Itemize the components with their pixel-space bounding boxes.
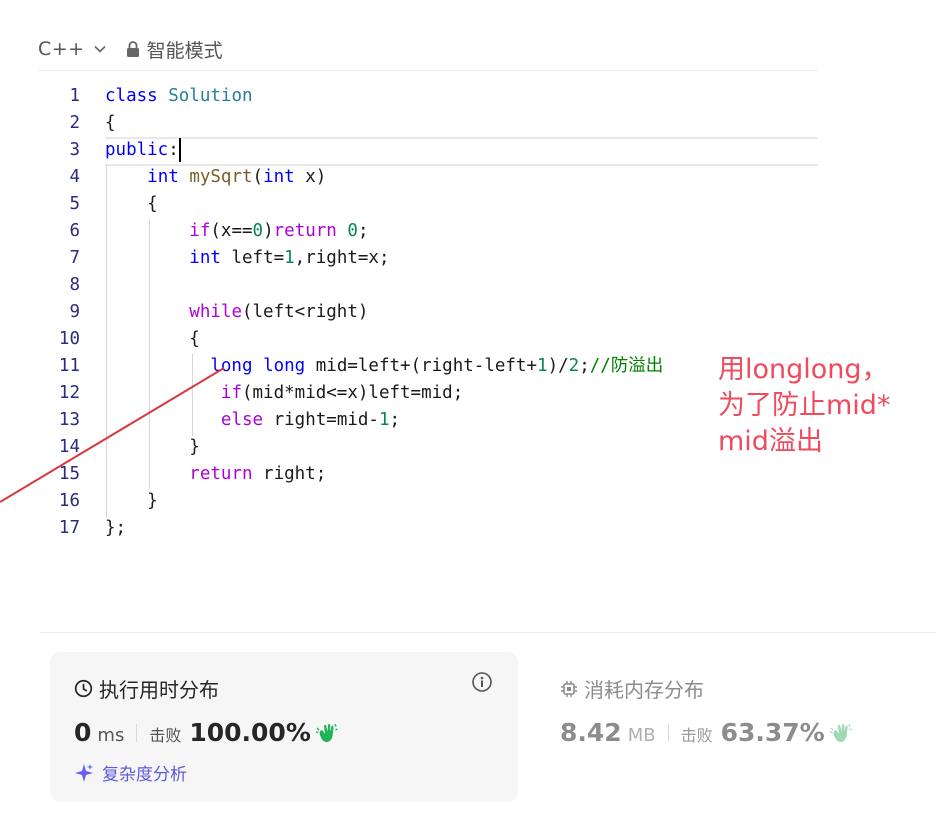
memory-title: 消耗内存分布 (584, 678, 704, 702)
memory-stat-row: 8.42 MB 击败 63.37% (560, 718, 853, 747)
annotation-line: mid溢出 (718, 426, 823, 457)
memory-card[interactable]: 消耗内存分布 8.42 MB 击败 63.37% (560, 652, 920, 802)
complexity-analysis-link[interactable]: 复杂度分析 (74, 760, 187, 785)
complexity-analysis-label: 复杂度分析 (102, 765, 187, 785)
runtime-unit: ms (97, 725, 125, 746)
runtime-card[interactable]: 执行用时分布 0 ms 击败 100.00% 复杂度分析 (50, 652, 518, 802)
page: C++ 智能模式 1 class Solution 2{3 public: 4 int … (0, 0, 936, 831)
stat-separator (136, 723, 138, 742)
memory-title-row: 消耗内存分布 (560, 674, 704, 703)
runtime-stat-row: 0 ms 击败 100.00% (74, 718, 339, 747)
info-icon[interactable] (471, 671, 493, 693)
chip-icon (561, 680, 577, 697)
runtime-title-row: 执行用时分布 (74, 674, 219, 703)
memory-beat-label: 击败 (680, 726, 713, 745)
annotation-line: 用longlong， (718, 354, 889, 385)
sparkle-icon (75, 763, 93, 782)
runtime-beat-value: 100.00% (189, 718, 311, 747)
clap-icon (315, 723, 338, 742)
memory-unit: MB (627, 725, 656, 746)
clap-icon (829, 723, 852, 742)
memory-beat-value: 63.37% (720, 718, 825, 747)
runtime-title: 执行用时分布 (99, 678, 219, 702)
annotation-note: 用longlong， 为了防止mid* mid溢出 (718, 352, 928, 460)
memory-value: 8.42 (560, 718, 622, 747)
runtime-value: 0 (74, 718, 92, 747)
annotation-line: 为了防止mid* (718, 390, 891, 421)
clock-icon (74, 679, 93, 698)
runtime-beat-label: 击败 (149, 726, 182, 745)
stat-separator (667, 723, 669, 742)
results-divider (40, 632, 936, 633)
